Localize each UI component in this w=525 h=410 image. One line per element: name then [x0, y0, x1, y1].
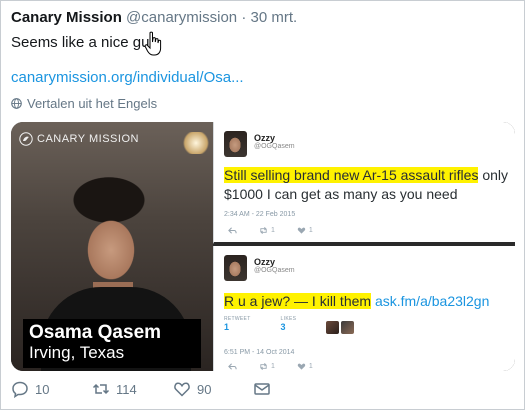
embedded-date: 2:34 AM - 22 Feb 2015 [224, 211, 296, 218]
tweet-media[interactable]: CANARY MISSION Osama Qasem Irving, Texas… [11, 122, 515, 371]
embedded-tweet-2: Ozzy @OGQasem R u a jew? — I kill them a… [213, 246, 515, 371]
like-count: 1 [308, 363, 313, 370]
reply-icon [12, 381, 28, 398]
tweet-text: Seems like a nice guy. [11, 34, 160, 51]
globe-icon [11, 98, 22, 109]
avatar [224, 131, 247, 157]
reply-icon [228, 226, 237, 235]
envelope-icon [254, 383, 270, 395]
retweet-count: 114 [116, 381, 137, 397]
embedded-text: R u a jew? — I kill them ask.fm/a/ba23l2… [224, 292, 514, 311]
tweet-link[interactable]: canarymission.org/individual/Osa... [11, 69, 244, 86]
canary-mission-logo: CANARY MISSION [19, 132, 139, 146]
retweet-stat: 1 [259, 362, 275, 371]
likes-total: 3 [280, 322, 286, 332]
embedded-date: 6:51 PM - 14 Oct 2014 [224, 349, 295, 356]
author-handle[interactable]: @canarymission [126, 9, 237, 26]
embedded-name: Ozzy [254, 133, 276, 143]
photo-caption: Osama Qasem Irving, Texas [23, 319, 201, 368]
like-stat: 1 [297, 362, 313, 371]
liker-avatar [341, 321, 354, 334]
liker-avatar [326, 321, 339, 334]
heart-icon [297, 363, 306, 370]
avatar [224, 255, 247, 281]
canary-bird-icon [19, 132, 33, 146]
heart-icon [174, 382, 190, 397]
tweet-card[interactable]: Canary Mission @canarymission · 30 mrt. … [0, 0, 525, 410]
profile-photo: CANARY MISSION Osama Qasem Irving, Texas [11, 122, 213, 371]
embedded-actions: 1 1 [228, 362, 335, 371]
retweet-count: 1 [271, 227, 275, 234]
author-name[interactable]: Canary Mission [11, 9, 122, 26]
timestamp[interactable]: 30 mrt. [250, 9, 297, 26]
embedded-name: Ozzy [254, 257, 276, 267]
brand-label: CANARY MISSION [37, 133, 139, 145]
reply-count: 10 [35, 381, 50, 397]
embedded-text: Still selling brand new Ar-15 assault ri… [224, 166, 514, 204]
like-button[interactable]: 90 [173, 380, 211, 398]
retweet-count: 1 [271, 363, 275, 370]
liker-avatars [326, 321, 354, 334]
retweet-icon [92, 383, 110, 395]
retweet-button[interactable]: 114 [92, 380, 137, 398]
direct-message-button[interactable] [253, 380, 271, 398]
retweet-total: 1 [224, 322, 230, 332]
retweet-stat: 1 [259, 226, 275, 235]
tweet-header: Canary Mission @canarymission · 30 mrt. [11, 9, 297, 26]
like-count: 90 [197, 381, 212, 397]
reply-button[interactable]: 10 [11, 380, 49, 398]
lamp-highlight [181, 132, 211, 154]
highlighted-text: Still selling brand new Ar-15 assault ri… [224, 167, 479, 183]
separator: · [241, 9, 247, 26]
highlighted-text: R u a jew? — I kill them [224, 293, 372, 309]
retweet-icon [260, 363, 267, 370]
likes-stat-block: LIKES 3 [281, 316, 297, 332]
embedded-handle: @OGQasem [254, 143, 295, 150]
translate-button[interactable]: Vertalen uit het Engels [11, 96, 157, 111]
like-stat: 1 [297, 226, 313, 235]
translate-label: Vertalen uit het Engels [27, 96, 158, 111]
like-count: 1 [308, 227, 313, 234]
embedded-handle: @OGQasem [254, 267, 295, 274]
embedded-link: ask.fm/a/ba23l2gn [374, 293, 490, 309]
retweet-stat-block: RETWEET 1 [224, 316, 251, 332]
embedded-tweet-1: Ozzy @OGQasem Still selling brand new Ar… [213, 122, 515, 244]
hand-cursor-icon [144, 31, 162, 56]
reply-icon [228, 362, 237, 371]
heart-icon [297, 227, 306, 234]
caption-name: Osama Qasem [29, 322, 162, 343]
caption-location: Irving, Texas [29, 343, 125, 362]
embedded-stats: RETWEET 1 LIKES 3 [224, 316, 296, 332]
retweet-icon [260, 227, 267, 234]
embedded-actions: 1 1 [228, 226, 335, 235]
